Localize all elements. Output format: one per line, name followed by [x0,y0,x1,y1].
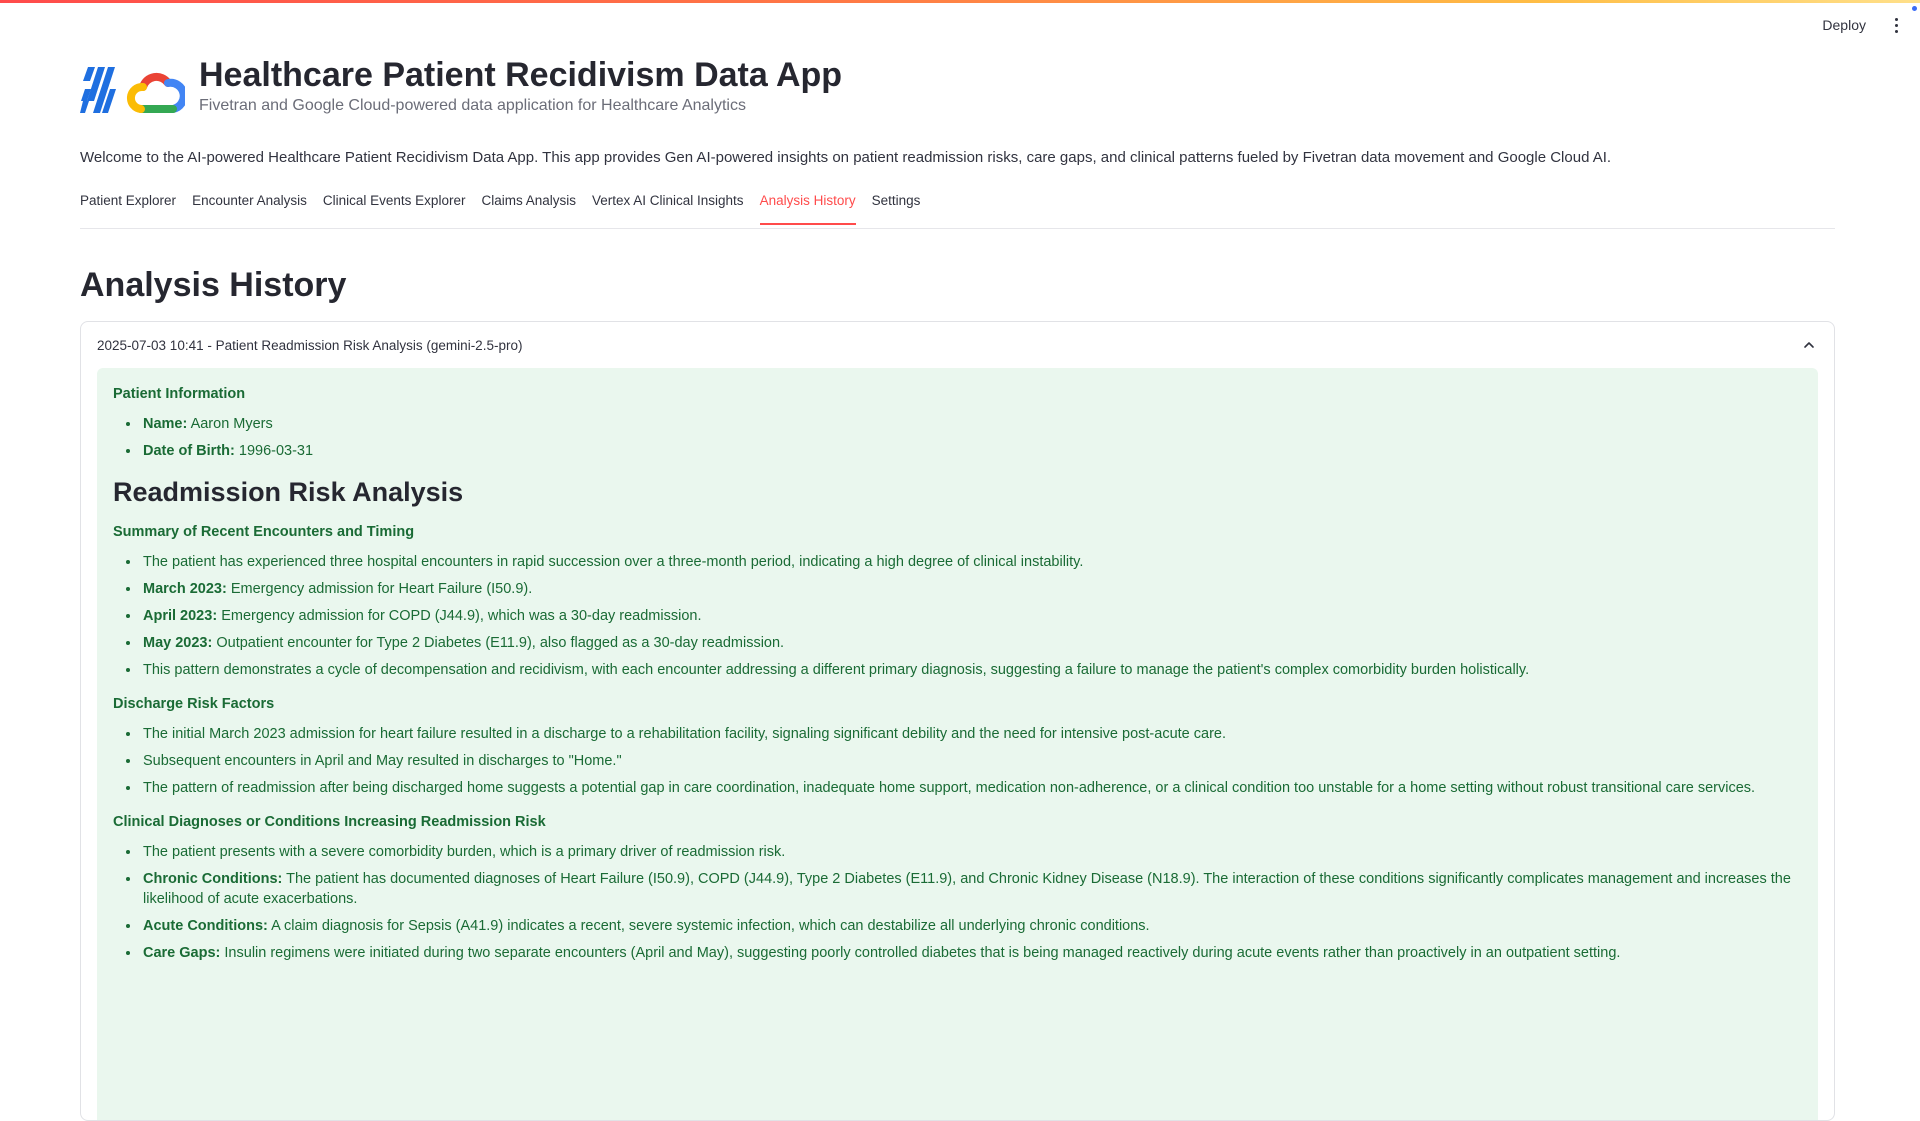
list-item: The patient has experienced three hospit… [141,552,1802,572]
fivetran-logo-icon [80,67,116,113]
list-item: Chronic Conditions: The patient has docu… [141,869,1802,909]
deploy-button[interactable]: Deploy [1814,13,1874,37]
list-item: The pattern of readmission after being d… [141,778,1802,798]
tab-settings[interactable]: Settings [872,190,921,223]
google-cloud-logo-icon [126,72,185,113]
app-header: Deploy [0,3,1920,47]
tab-clinical-events-explorer[interactable]: Clinical Events Explorer [323,190,466,223]
tab-patient-explorer[interactable]: Patient Explorer [80,190,176,223]
summary-list: The patient has experienced three hospit… [113,552,1802,680]
tab-encounter-analysis[interactable]: Encounter Analysis [192,190,307,223]
main-menu-icon[interactable] [1884,11,1908,39]
list-item: Care Gaps: Insulin regimens were initiat… [141,943,1802,963]
list-item: March 2023: Emergency admission for Hear… [141,579,1802,599]
app-subtitle: Fivetran and Google Cloud-powered data a… [199,97,746,114]
tab-analysis-history[interactable]: Analysis History [759,190,856,225]
expander-label: 2025-07-03 10:41 - Patient Readmission R… [97,337,523,353]
summary-heading: Summary of Recent Encounters and Timing [113,524,415,540]
clinical-heading: Clinical Diagnoses or Conditions Increas… [113,814,546,830]
chevron-up-icon[interactable] [1802,338,1816,352]
list-item: Date of Birth: 1996-03-31 [141,441,1802,461]
app-title: Healthcare Patient Recidivism Data App [199,56,843,94]
patient-info-list: Name: Aaron Myers Date of Birth: 1996-03… [113,414,1802,461]
analysis-result-box: Patient Information Name: Aaron Myers Da… [97,368,1818,1120]
list-item: This pattern demonstrates a cycle of dec… [141,660,1802,680]
brand-header: Healthcare Patient Recidivism Data App F… [80,55,1835,125]
list-item: The initial March 2023 admission for hea… [141,724,1802,744]
list-item: May 2023: Outpatient encounter for Type … [141,633,1802,653]
list-item: April 2023: Emergency admission for COPD… [141,606,1802,626]
list-item: The patient presents with a severe comor… [141,842,1802,862]
tab-vertex-ai-clinical-insights[interactable]: Vertex AI Clinical Insights [592,190,744,223]
analysis-expander: 2025-07-03 10:41 - Patient Readmission R… [80,321,1835,1121]
analysis-title: Readmission Risk Analysis [113,477,464,507]
list-item: Acute Conditions: A claim diagnosis for … [141,916,1802,936]
clinical-list: The patient presents with a severe comor… [113,842,1802,963]
discharge-heading: Discharge Risk Factors [113,696,275,712]
status-indicator [1912,6,1917,11]
expander-header[interactable]: 2025-07-03 10:41 - Patient Readmission R… [81,322,1834,368]
discharge-list: The initial March 2023 admission for hea… [113,724,1802,798]
list-item: Subsequent encounters in April and May r… [141,751,1802,771]
main-content: Healthcare Patient Recidivism Data App F… [80,55,1835,1121]
tab-bar: Patient Explorer Encounter Analysis Clin… [80,190,1835,229]
welcome-text: Welcome to the AI-powered Healthcare Pat… [80,149,1612,166]
list-item: Name: Aaron Myers [141,414,1802,434]
patient-info-heading: Patient Information [113,386,246,402]
tab-claims-analysis[interactable]: Claims Analysis [481,190,576,223]
page-title: Analysis History [80,266,347,304]
